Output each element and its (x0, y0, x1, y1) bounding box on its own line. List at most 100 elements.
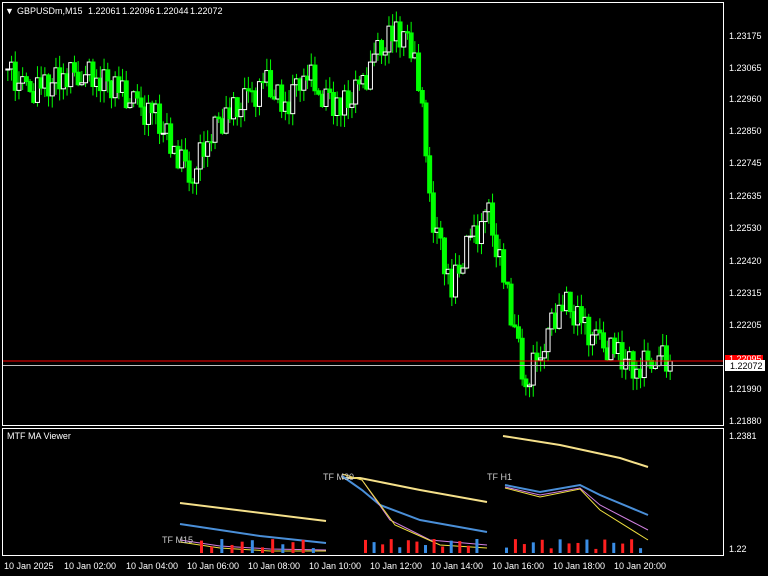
mini-candle (432, 539, 436, 553)
mini-candle (381, 544, 385, 553)
mini-candle (558, 539, 562, 553)
candle-body (205, 141, 211, 157)
mini-candle (230, 544, 234, 553)
price-label: 1.22635 (729, 191, 762, 201)
mini-candle (603, 539, 607, 553)
mini-candle (549, 548, 553, 553)
candle-body (23, 76, 29, 83)
mini-candle (364, 539, 367, 553)
candle-body (501, 249, 507, 283)
price-label: 1.22745 (729, 158, 762, 168)
candle-body (256, 81, 262, 107)
time-label: 10 Jan 04:00 (126, 561, 178, 571)
candle-body (416, 52, 422, 92)
candle-body (312, 64, 318, 92)
candle-body (186, 160, 192, 183)
price-label: 1.22960 (729, 94, 762, 104)
ma-line-gold (504, 487, 649, 541)
symbol-timeframe: GBPUSDm,M15 (17, 6, 83, 16)
time-label: 10 Jan 18:00 (553, 561, 605, 571)
mini-candle (475, 539, 479, 553)
tf-label-m15: TF M15 (162, 535, 193, 545)
candle-body (71, 62, 77, 73)
candle-body (371, 53, 377, 63)
mini-candle (301, 539, 305, 553)
tf-label-m30: TF M30 (323, 472, 354, 482)
mini-candle (250, 540, 254, 553)
mini-candle (594, 548, 598, 553)
mini-candle (522, 544, 526, 553)
price-label: 1.22315 (729, 288, 762, 298)
ohlc-low: 1.22044 (156, 6, 189, 16)
candle-body (238, 109, 244, 118)
mini-candle (398, 547, 402, 553)
mini-candle (505, 547, 508, 553)
mini-candle (449, 540, 453, 553)
candle-body (460, 267, 466, 274)
mini-candle (576, 542, 580, 553)
candle-body (127, 102, 133, 109)
candle-body (478, 221, 484, 245)
mini-candle (585, 539, 589, 553)
mini-candle (389, 539, 393, 553)
ma-line-gold (341, 473, 488, 549)
time-label: 10 Jan 06:00 (187, 561, 239, 571)
time-axis: 10 Jan 2025 10 Jan 02:00 10 Jan 04:00 10… (4, 561, 666, 571)
candle-body (482, 211, 488, 223)
ma-line-yellow (502, 435, 649, 468)
mini-candle (639, 548, 643, 553)
candle-body (601, 332, 607, 349)
main-chart-frame (2, 2, 724, 426)
candle-body (430, 192, 436, 233)
time-label: 10 Jan 2025 (4, 561, 54, 571)
price-label: 1.22850 (729, 126, 762, 136)
price-label: 1.21990 (729, 384, 762, 394)
price-label: 1.23065 (729, 63, 762, 73)
candle-body (464, 235, 470, 269)
mini-candle (406, 540, 410, 553)
mini-candle (372, 542, 376, 553)
mini-candle (415, 541, 419, 553)
mtf-ma-panels (179, 435, 649, 553)
candle-body (349, 103, 355, 108)
candle-body (367, 61, 373, 90)
time-label: 10 Jan 20:00 (614, 561, 666, 571)
candle-body (138, 97, 144, 108)
time-label: 10 Jan 02:00 (64, 561, 116, 571)
candle-body (419, 90, 425, 104)
indicator-scale-high: 1.2381 (729, 431, 757, 441)
price-label: 1.21880 (729, 416, 762, 426)
candle-body (667, 360, 673, 372)
ohlc-close: 1.22072 (190, 6, 223, 16)
candle-body (541, 351, 547, 359)
price-label: 1.23175 (729, 31, 762, 41)
mini-candle (311, 548, 315, 553)
ma-line-yellow (179, 502, 327, 522)
candle-body (194, 168, 200, 184)
candle-body (242, 88, 248, 111)
mini-candle (291, 542, 295, 553)
current-price-label: 1.22072 (730, 361, 763, 371)
ma-line-blue (341, 475, 488, 533)
candle-body (589, 334, 595, 346)
mini-candle (630, 539, 634, 553)
candle-body (182, 149, 188, 162)
chart-area[interactable]: ▼ GBPUSDm,M15 1.22061 1.22096 1.22044 1.… (0, 0, 768, 576)
mini-candle (531, 542, 535, 553)
mini-candle (567, 543, 571, 553)
candle-body (441, 237, 447, 275)
candle-body (490, 202, 496, 236)
candle-body (16, 82, 22, 91)
candle-body (423, 102, 429, 157)
candle-body (645, 350, 651, 361)
mini-candle (513, 539, 517, 553)
price-label: 1.22530 (729, 223, 762, 233)
mini-candle (621, 543, 625, 553)
mini-candle (466, 545, 470, 553)
candle-body (508, 283, 514, 326)
mini-candle (200, 540, 203, 553)
price-label: 1.22205 (729, 320, 762, 330)
chart-menu-triangle-icon[interactable]: ▼ (5, 6, 14, 16)
candle-body (290, 84, 296, 115)
candle-body (157, 103, 163, 134)
